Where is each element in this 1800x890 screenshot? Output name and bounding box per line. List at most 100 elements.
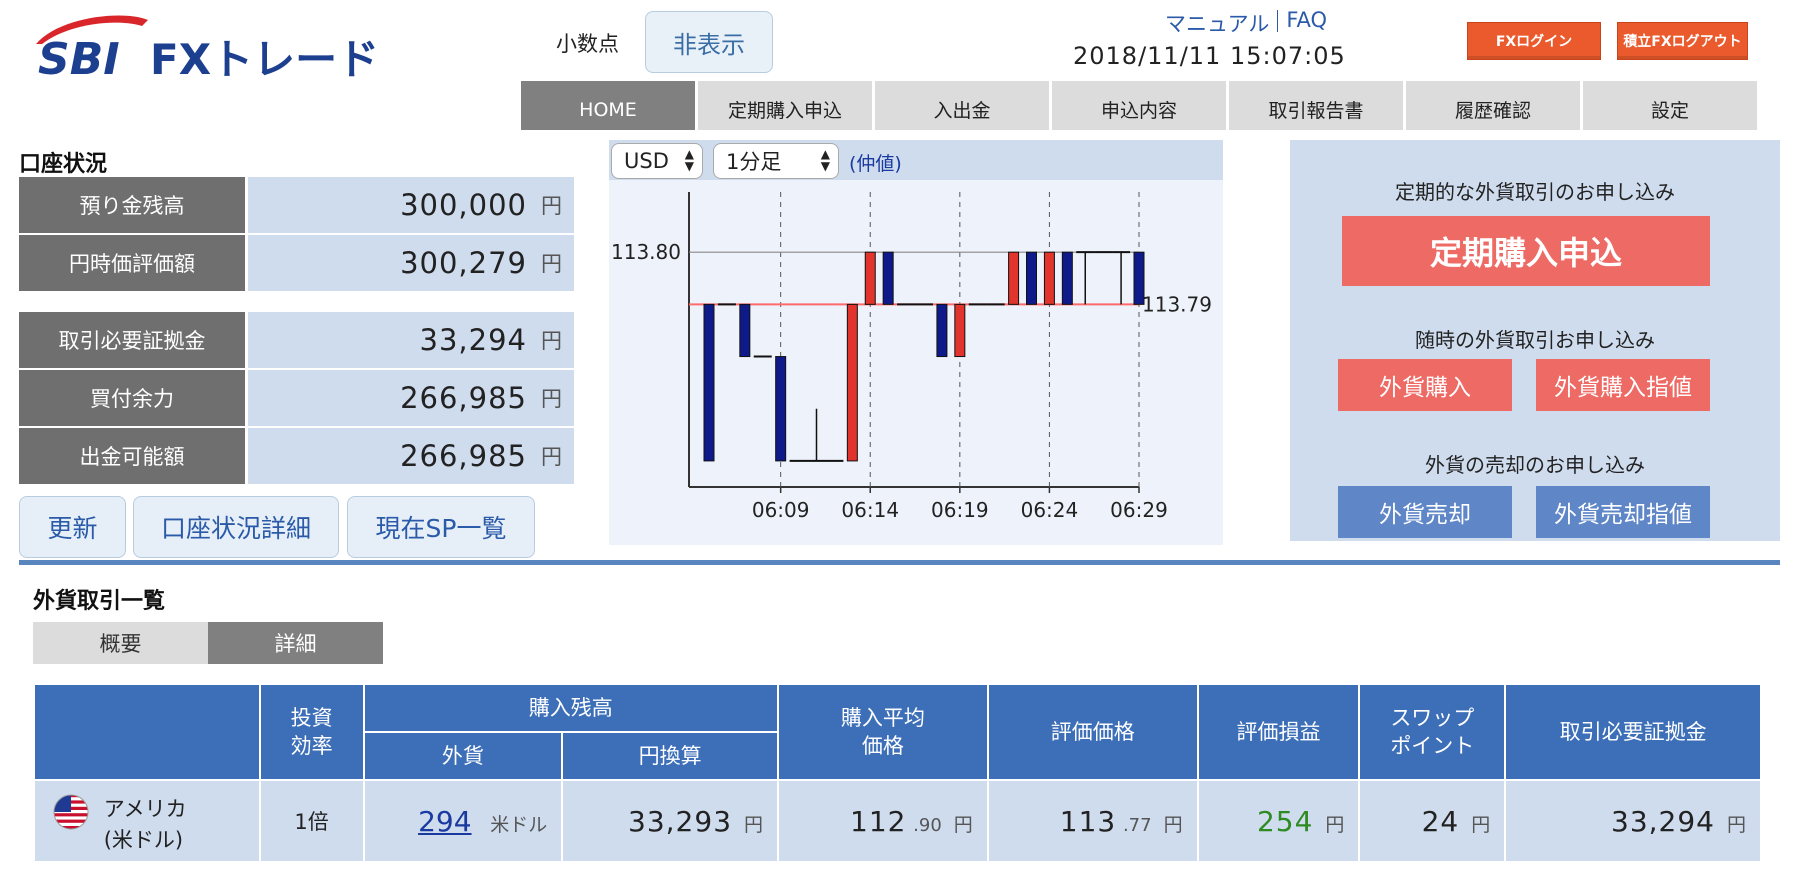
currency-select[interactable]: USD ▲ ▼ [611,143,703,179]
tab-trade-reports[interactable]: 取引報告書 [1229,81,1403,130]
account-row-label: 出金可能額 [19,428,245,484]
main-nav: HOME 定期購入申込 入出金 申込内容 取引報告書 履歴確認 設定 [521,81,1757,130]
pnl-cell: 254 円 [1196,779,1361,863]
candle-body [1061,251,1073,305]
account-row-unit: 円 [541,329,562,353]
tab-history[interactable]: 履歴確認 [1406,81,1580,130]
account-row-unit: 円 [541,387,562,411]
logo-fx-text: FXトレード [150,35,379,82]
faq-link[interactable]: FAQ [1286,8,1327,38]
account-row-value: 33,294 円 [248,312,574,368]
link-separator [1277,10,1279,32]
candle-body [1026,251,1037,305]
tab-summary[interactable]: 概要 [33,622,208,664]
x-tick-label: 06:19 [931,498,989,522]
candle-body [775,356,787,462]
trades-table: 投資 効率 購入残高 購入平均 価格 評価価格 評価損益 スワップ ポイント 取引必要… [33,683,1762,863]
table-row: アメリカ (米ドル) 1倍 294 米ドル 33,293 円 112 .90 円 11… [33,779,1762,863]
header-leverage: 投資 効率 [258,683,365,781]
candle-body [954,303,966,358]
buy-limit-button[interactable]: 外貨購入指値 [1536,359,1710,411]
help-links: マニュアル FAQ [1165,8,1327,38]
select-arrows-icon: ▲ ▼ [820,147,830,173]
header-margin: 取引必要証拠金 [1504,683,1762,781]
account-status-title: 口座状況 [19,152,108,177]
trades-title: 外貨取引一覧 [33,589,166,614]
timeframe-select-value: 1分足 [726,150,782,174]
candle-body [1043,251,1055,305]
account-row-value: 300,000 円 [248,177,574,233]
account-row-buying-power: 買付余力 266,985 円 [19,370,574,426]
valuation-price-cell: 113 .77 円 [986,779,1199,863]
decimal-label: 小数点 [556,32,619,56]
sell-limit-button[interactable]: 外貨売却指値 [1536,486,1710,538]
avg-price-cell: 112 .90 円 [777,779,989,863]
header-valuation: 評価価格 [986,683,1199,781]
candle-body [1133,251,1145,305]
candle-body [703,303,715,462]
manual-link[interactable]: マニュアル [1165,8,1269,38]
header-currency [33,683,261,781]
candle-body [864,251,876,305]
tsumitate-fx-logout-button[interactable]: 積立FXログアウト [1617,22,1748,60]
account-row-unit: 円 [541,252,562,276]
sell-caption: 外貨の売却のお申し込み [1425,453,1645,477]
tab-application-contents[interactable]: 申込内容 [1052,81,1226,130]
foreign-amount-link[interactable]: 294 [418,805,471,838]
tab-detail[interactable]: 詳細 [208,622,383,664]
account-row-value: 300,279 円 [248,235,574,291]
current-price-label: 113.79 [1142,292,1212,316]
candle-body [1008,251,1020,305]
x-tick-label: 06:09 [752,498,810,522]
buy-currency-button[interactable]: 外貨購入 [1338,359,1512,411]
timeframe-select[interactable]: 1分足 ▲ ▼ [713,143,839,179]
account-row-withdrawable: 出金可能額 266,985 円 [19,428,574,484]
header-jpy: 円換算 [561,731,780,781]
sbi-fx-logo[interactable]: SBI FXトレード [30,10,400,85]
currency-select-value: USD [624,149,669,173]
logo-sbi-text: SBI [38,34,120,82]
tab-periodic-purchase[interactable]: 定期購入申込 [698,81,872,130]
select-arrows-icon: ▲ ▼ [684,147,694,173]
current-datetime: 2018/11/11 15:07:05 [1073,42,1346,70]
candle-body [882,251,894,305]
header-swap: スワップ ポイント [1358,683,1507,781]
account-row-number: 300,000 [400,188,527,222]
account-row-deposit-balance: 預り金残高 300,000 円 [19,177,574,233]
candle-body [846,303,858,462]
account-row-number: 300,279 [400,246,527,280]
account-row-number: 33,294 [419,323,527,357]
decimal-toggle-button[interactable]: 非表示 [645,11,773,73]
trades-subtabs: 概要 詳細 [33,622,383,664]
account-row-label: 買付余力 [19,370,245,426]
fx-login-button[interactable]: FXログイン [1467,22,1601,60]
candle-body [936,303,948,358]
jpy-amount-cell: 33,293 円 [561,779,780,863]
header-avg-price: 購入平均 価格 [777,683,989,781]
account-row-number: 266,985 [400,381,527,415]
x-tick-label: 06:24 [1021,498,1079,522]
foreign-amount-cell: 294 米ドル [362,779,564,863]
account-row-label: 取引必要証拠金 [19,312,245,368]
header-foreign: 外貨 [362,731,564,781]
sell-currency-button[interactable]: 外貨売却 [1338,486,1512,538]
account-row-required-margin: 取引必要証拠金 33,294 円 [19,312,574,368]
rate-chart-panel: USD ▲ ▼ 1分足 ▲ ▼ (仲値) 06:09 06:14 06:19 06:24 0… [609,140,1223,545]
logo-graphic: SBI FXトレード [36,15,379,85]
account-detail-button[interactable]: 口座状況詳細 [133,496,339,558]
x-tick-label: 06:29 [1110,498,1168,522]
account-row-jpy-valuation: 円時価評価額 300,279 円 [19,235,574,291]
current-sp-list-button[interactable]: 現在SP一覧 [347,496,535,558]
tab-deposit-withdraw[interactable]: 入出金 [875,81,1049,130]
currency-name: アメリカ (米ドル) [103,796,187,853]
tab-settings[interactable]: 設定 [1583,81,1757,130]
price-type-label: (仲値) [849,153,902,175]
order-panel: 定期的な外貨取引のお申し込み 定期購入申込 随時の外貨取引お申し込み 外貨購入 … [1290,140,1780,541]
currency-cell: アメリカ (米ドル) [33,779,261,863]
foreign-unit: 米ドル [490,813,548,836]
tab-home[interactable]: HOME [521,81,695,130]
periodic-purchase-button[interactable]: 定期購入申込 [1342,216,1710,286]
account-row-label: 預り金残高 [19,177,245,233]
refresh-button[interactable]: 更新 [19,496,126,558]
candle-body [739,303,751,358]
